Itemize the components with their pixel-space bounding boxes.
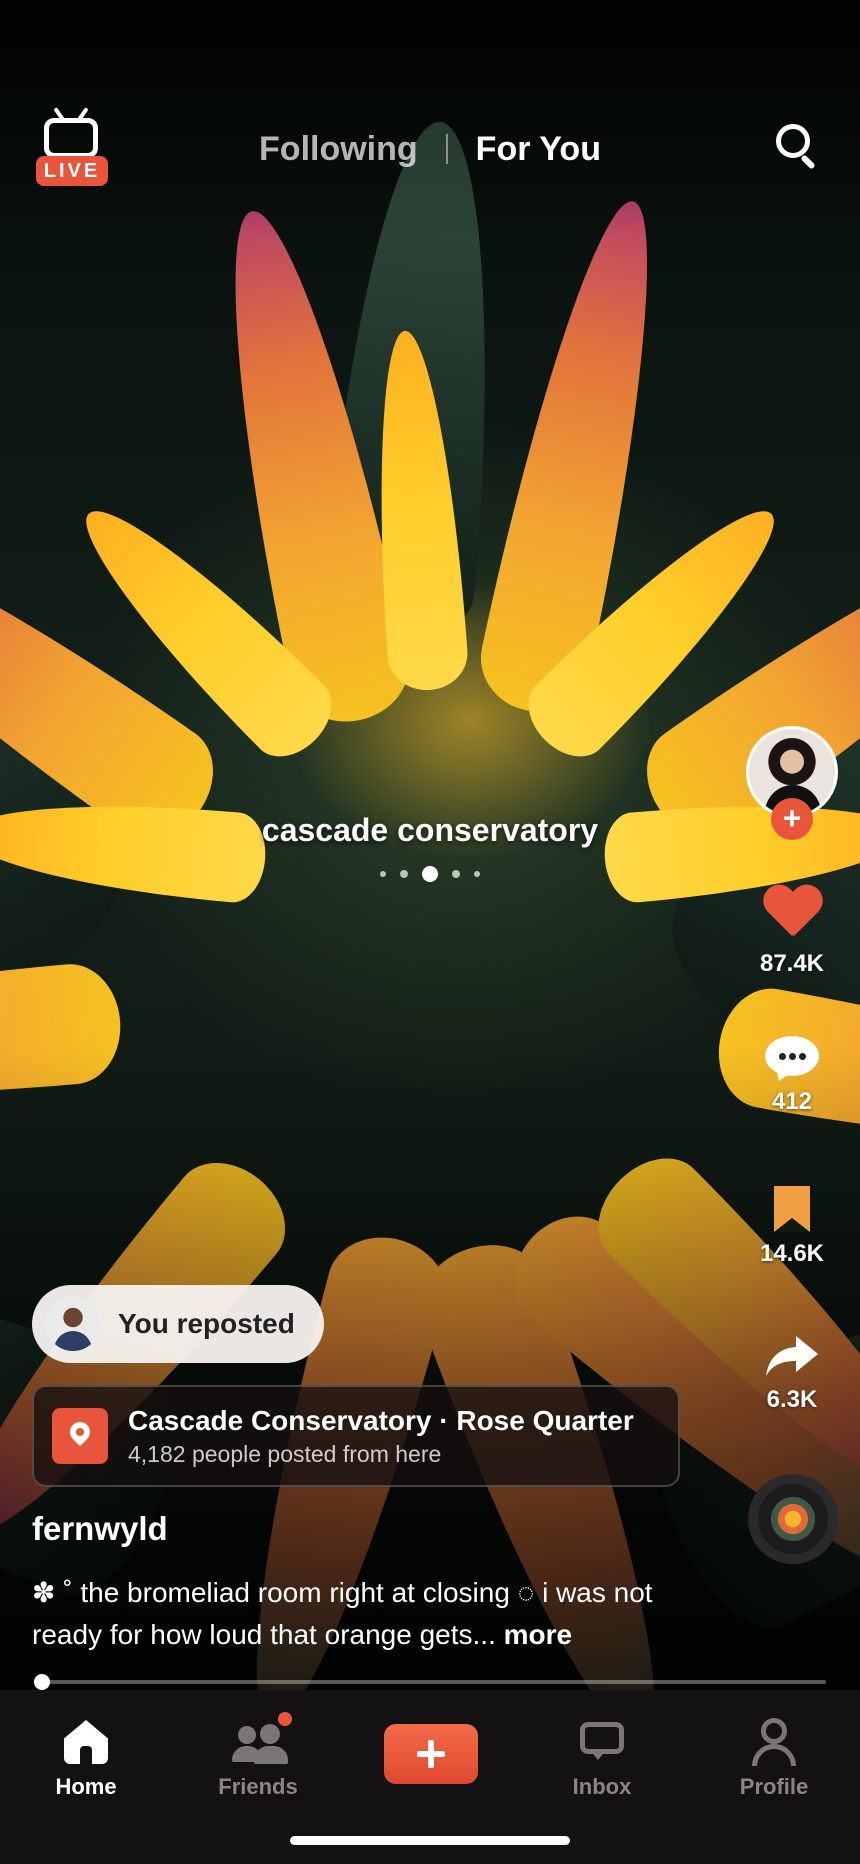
share-icon[interactable]	[764, 1334, 820, 1378]
notification-dot	[278, 1712, 292, 1726]
save-count: 14.6K	[759, 1240, 825, 1267]
nav-label: Home	[55, 1774, 117, 1799]
photo-overlay-text: cascade conservatory	[261, 812, 599, 848]
tab-following[interactable]: Following	[259, 130, 418, 169]
tab-for-you[interactable]: For You	[476, 130, 601, 169]
tab-divider	[445, 134, 448, 164]
caption-more-link[interactable]: more	[504, 1619, 572, 1650]
carousel-dot	[400, 870, 408, 878]
carousel-dot	[452, 870, 460, 878]
sound-disc[interactable]	[748, 1474, 838, 1564]
home-indicator	[290, 1836, 570, 1845]
inbox-icon	[574, 1718, 630, 1766]
carousel-dot-active	[422, 866, 438, 882]
search-icon	[776, 124, 810, 158]
video-progress-bar[interactable]	[34, 1674, 826, 1690]
location-card[interactable]: Cascade Conservatory · Rose Quarter 4,18…	[32, 1385, 680, 1487]
like-action[interactable]: 87.4K	[744, 886, 840, 978]
like-count: 87.4K	[759, 950, 825, 977]
heart-icon[interactable]	[762, 886, 822, 942]
follow-button[interactable]: +	[771, 798, 813, 840]
plus-icon: +	[782, 800, 802, 836]
nav-label: Friends	[218, 1774, 298, 1799]
location-pin-icon	[52, 1408, 108, 1464]
create-button[interactable]	[384, 1724, 478, 1784]
comment-action[interactable]: 412	[744, 1036, 840, 1116]
feed-tabs: Following For You	[0, 124, 860, 174]
comment-icon[interactable]	[765, 1036, 819, 1085]
nav-label: Profile	[739, 1774, 809, 1799]
home-icon	[58, 1718, 114, 1766]
nav-label: Inbox	[572, 1774, 632, 1799]
nav-home[interactable]: Home	[16, 1718, 156, 1800]
bookmark-icon[interactable]	[774, 1186, 810, 1232]
comment-count: 412	[771, 1088, 813, 1115]
profile-icon	[746, 1718, 802, 1766]
friends-icon	[230, 1718, 288, 1766]
post-caption[interactable]: ✽ ˚ the bromeliad room right at closing …	[32, 1572, 712, 1656]
nav-friends[interactable]: Friends	[188, 1718, 328, 1800]
progress-knob[interactable]	[34, 1674, 50, 1690]
carousel-indicator[interactable]	[0, 866, 860, 882]
nav-profile[interactable]: Profile	[704, 1718, 844, 1800]
search-button[interactable]	[772, 120, 822, 170]
avatar	[46, 1297, 100, 1351]
repost-label: You reposted	[118, 1308, 295, 1339]
save-action[interactable]: 14.6K	[744, 1186, 840, 1268]
share-count: 6.3K	[766, 1386, 818, 1413]
share-action[interactable]: 6.3K	[744, 1334, 840, 1414]
repost-pill[interactable]: You reposted	[32, 1285, 324, 1363]
carousel-dot	[474, 871, 480, 877]
nav-inbox[interactable]: Inbox	[532, 1718, 672, 1800]
carousel-dot	[380, 871, 386, 877]
location-title: Cascade Conservatory · Rose Quarter	[128, 1404, 634, 1436]
location-subtitle: 4,182 people posted from here	[128, 1440, 442, 1467]
post-username[interactable]: fernwyld	[32, 1510, 168, 1548]
